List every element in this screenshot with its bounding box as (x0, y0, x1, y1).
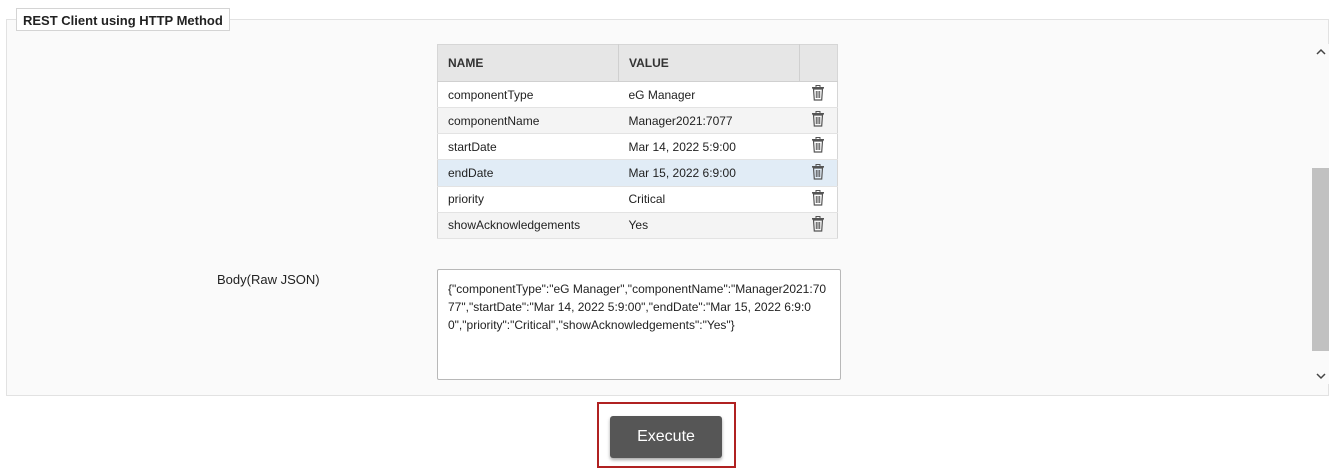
trash-icon[interactable] (811, 189, 825, 209)
execute-button[interactable]: Execute (610, 416, 722, 458)
param-name: showAcknowledgements (437, 212, 619, 240)
body-raw-json-textarea[interactable]: {"componentType":"eG Manager","component… (437, 269, 841, 380)
param-value: Mar 15, 2022 6:9:00 (618, 159, 800, 187)
scroll-down-button[interactable] (1312, 369, 1329, 383)
param-name: componentType (437, 81, 619, 109)
param-value: eG Manager (618, 81, 800, 109)
table-header-row: NAME VALUE (437, 44, 838, 82)
delete-cell (799, 212, 838, 240)
scroll-up-button[interactable] (1312, 44, 1329, 58)
parameters-table: NAME VALUE componentType eG Manager comp… (437, 44, 838, 240)
table-row[interactable]: componentType eG Manager (437, 81, 838, 109)
panel-title: REST Client using HTTP Method (16, 8, 230, 31)
param-name: componentName (437, 107, 619, 135)
chevron-down-icon (1315, 372, 1326, 379)
column-header-actions (799, 44, 838, 82)
table-row[interactable]: priority Critical (437, 186, 838, 213)
chevron-up-icon (1315, 48, 1326, 55)
param-name: endDate (437, 159, 619, 187)
trash-icon[interactable] (811, 111, 825, 130)
column-header-value: VALUE (618, 44, 800, 82)
delete-cell (799, 186, 838, 213)
delete-cell (799, 107, 838, 135)
param-name: priority (437, 186, 619, 213)
delete-cell (799, 159, 838, 187)
column-header-name: NAME (437, 44, 619, 82)
trash-icon[interactable] (811, 163, 825, 183)
table-row[interactable]: componentName Manager2021:7077 (437, 107, 838, 135)
param-name: startDate (437, 133, 619, 161)
param-value: Yes (618, 212, 800, 240)
delete-cell (799, 81, 838, 109)
trash-icon[interactable] (811, 215, 825, 235)
param-value: Manager2021:7077 (618, 107, 800, 135)
table-row-selected[interactable]: endDate Mar 15, 2022 6:9:00 (437, 159, 838, 187)
table-row[interactable]: startDate Mar 14, 2022 5:9:00 (437, 133, 838, 161)
vertical-scrollbar-thumb[interactable] (1312, 168, 1329, 351)
delete-cell (799, 133, 838, 161)
trash-icon[interactable] (811, 137, 825, 156)
trash-icon[interactable] (811, 85, 825, 104)
param-value: Mar 14, 2022 5:9:00 (618, 133, 800, 161)
body-raw-json-label: Body(Raw JSON) (217, 272, 320, 287)
param-value: Critical (618, 186, 800, 213)
table-row[interactable]: showAcknowledgements Yes (437, 212, 838, 240)
